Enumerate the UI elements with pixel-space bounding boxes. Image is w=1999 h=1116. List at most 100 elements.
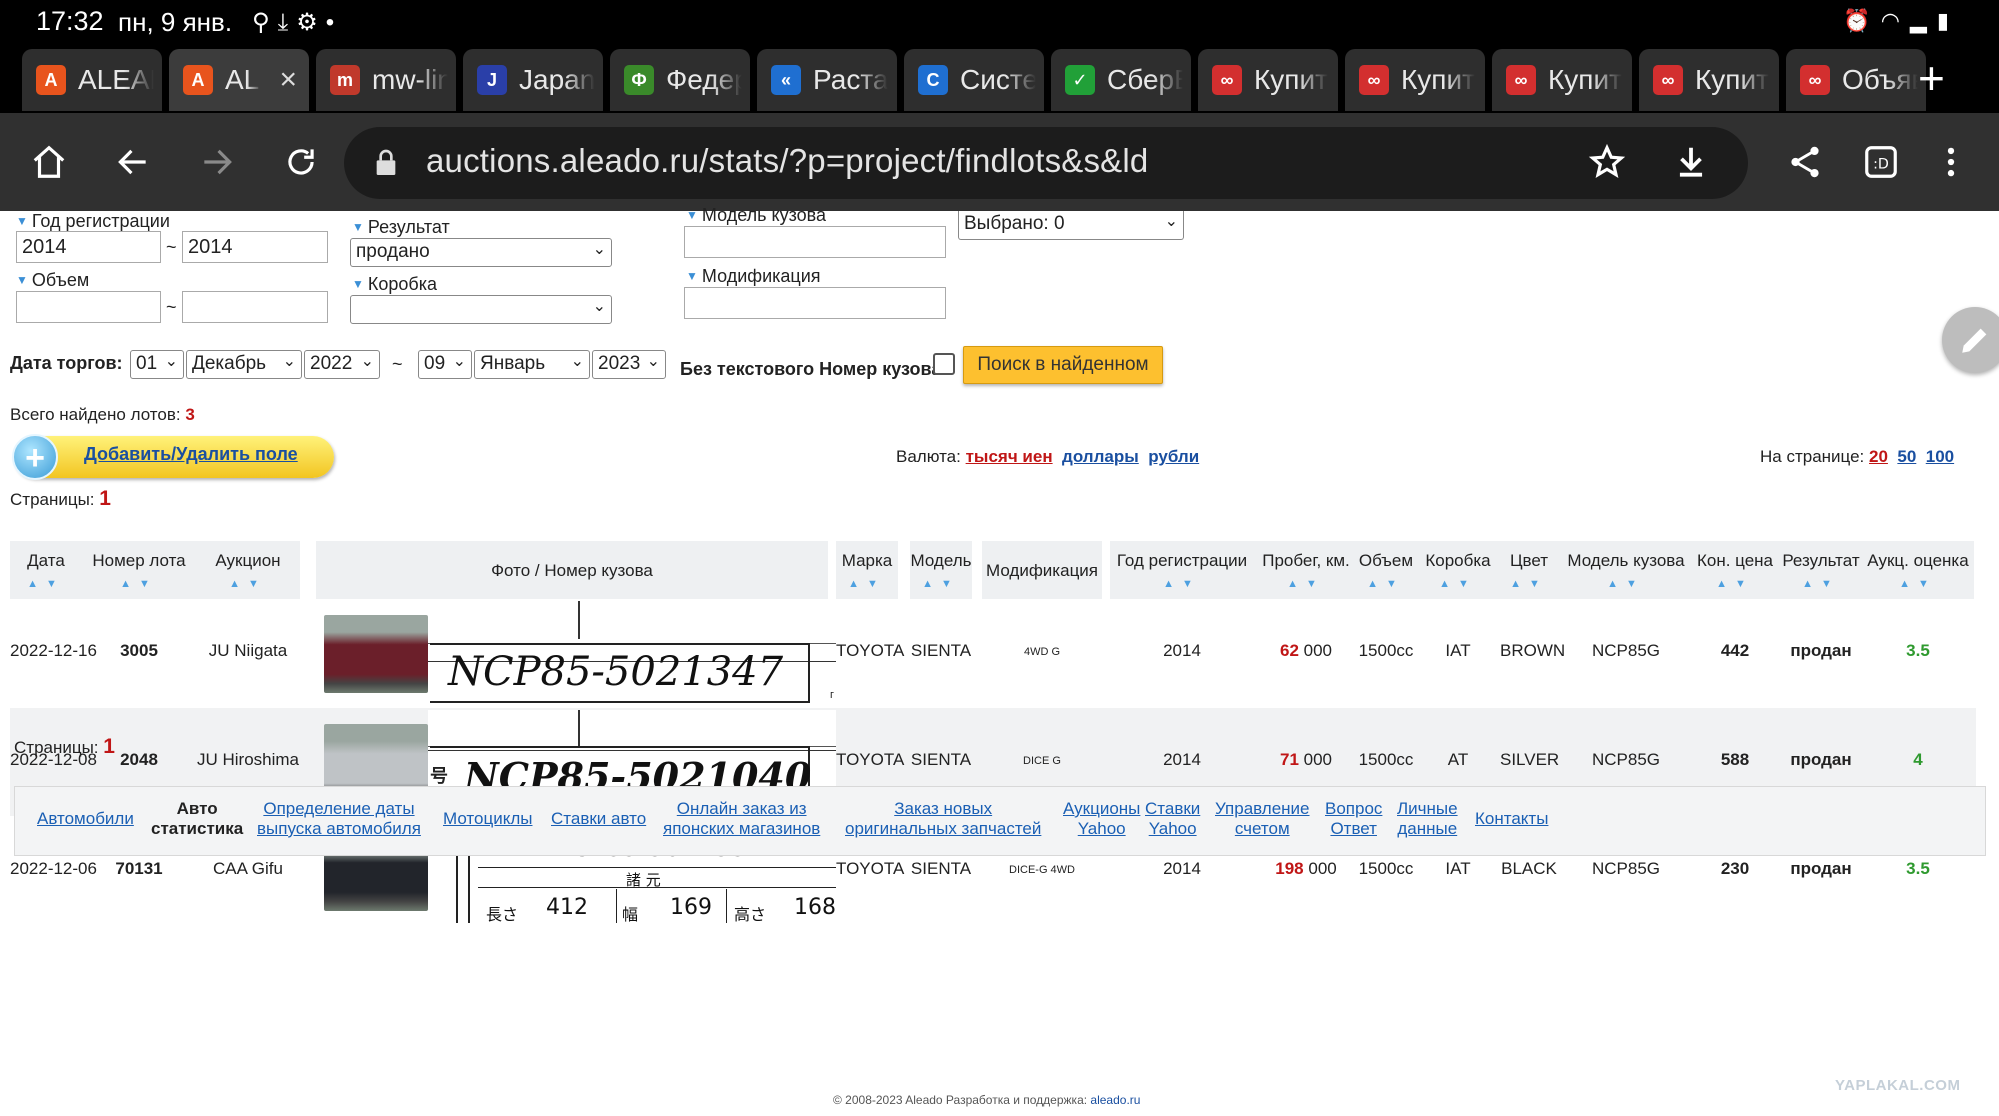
reload-icon[interactable] [274,135,328,189]
date-to-day-select[interactable]: 09 ⌄ [418,350,472,379]
column-header-lot[interactable]: Номер лота ▲▼ [82,541,196,599]
sort-arrows-icon[interactable]: ▲▼ [1416,578,1500,590]
browser-tab[interactable]: Ф Федер [610,49,750,111]
column-header-color[interactable]: Цвет ▲▼ [1500,541,1558,599]
result-select[interactable]: продано ⌄ [350,238,612,267]
browser-tab[interactable]: ∞ Купит [1198,49,1338,111]
footer-online-order-link[interactable]: Онлайн заказ из японских магазинов [663,799,820,839]
tab-switcher-icon[interactable]: :D [1854,135,1908,189]
footer-qa-link[interactable]: Вопрос Ответ [1325,799,1382,839]
browser-tab[interactable]: ∞ Купит [1492,49,1632,111]
close-tab-icon[interactable]: × [279,49,297,111]
modification-input[interactable] [684,287,946,319]
sort-arrows-icon[interactable]: ▲▼ [1500,578,1558,590]
date-to-year-select[interactable]: 2023 ⌄ [592,350,666,379]
sort-arrows-icon[interactable]: ▲▼ [82,578,196,590]
column-header-label: Фото / Номер кузова [491,561,653,580]
column-header-date[interactable]: Дата ▲▼ [10,541,82,599]
date-from-month-select[interactable]: Декабрь ⌄ [186,350,302,379]
column-header-reg-year[interactable]: Год регистрации ▲▼ [1110,541,1254,599]
new-tab-icon[interactable]: + [1918,51,1945,105]
car-photo[interactable] [324,615,428,693]
currency-yen-link[interactable]: тысяч иен [966,447,1053,466]
footer-cars-link[interactable]: Автомобили [37,809,134,829]
sort-arrows-icon[interactable]: ▲▼ [1110,578,1254,590]
footer-release-date-link[interactable]: Определение даты выпуска автомобиля [257,799,421,839]
footer-yahoo-bids-link[interactable]: Ставки Yahoo [1145,799,1200,839]
cell-lot-number[interactable]: 3005 [82,641,196,661]
page-link[interactable]: 1 [99,487,111,510]
selected-models-select[interactable]: Выбрано: 0 ⌄ [958,211,1184,240]
forward-icon[interactable] [190,135,244,189]
column-header-volume[interactable]: Объем ▲▼ [1350,541,1422,599]
browser-tab[interactable]: « Раста [757,49,897,111]
body-number-scan[interactable]: NCP85-5021347 г [428,601,836,705]
copyright-link[interactable]: aleado.ru [1090,1093,1140,1107]
sort-arrows-icon[interactable]: ▲▼ [1776,578,1866,590]
browser-tab[interactable]: A ALEADO [22,49,162,111]
sort-arrows-icon[interactable]: ▲▼ [1558,578,1694,590]
bookmark-star-icon[interactable] [1580,135,1634,189]
column-header-make[interactable]: Марка ▲▼ [836,541,898,599]
column-header-grade[interactable]: Аукц. оценка ▲▼ [1862,541,1974,599]
sort-arrows-icon[interactable]: ▲▼ [1254,578,1358,590]
volume-to-input[interactable] [182,291,328,323]
home-icon[interactable] [22,135,76,189]
gearbox-select[interactable]: ⌄ [350,295,612,324]
sort-arrows-icon[interactable]: ▲▼ [1350,578,1422,590]
column-header-body-model[interactable]: Модель кузова ▲▼ [1558,541,1694,599]
column-header-model[interactable]: Модель ▲▼ [910,541,972,599]
column-header-result[interactable]: Результат ▲▼ [1776,541,1866,599]
download-icon[interactable] [1664,135,1718,189]
sort-arrows-icon[interactable]: ▲▼ [10,578,82,590]
cell-lot-number[interactable]: 70131 [82,859,196,879]
more-menu-icon[interactable] [1924,135,1978,189]
footer-auto-bids-link[interactable]: Ставки авто [551,809,646,829]
footer-yahoo-auctions-link[interactable]: Аукционы Yahoo [1063,799,1140,839]
share-icon[interactable] [1778,135,1832,189]
browser-tab[interactable]: ∞ Объяв [1786,49,1926,111]
no-text-body-checkbox[interactable] [933,353,955,375]
browser-tab[interactable]: ∞ Купит [1639,49,1779,111]
reg-year-from-input[interactable] [16,231,161,263]
address-bar[interactable]: auctions.aleado.ru/stats/?p=project/find… [344,127,1748,199]
browser-tab[interactable]: J Japan [463,49,603,111]
date-from-year-select[interactable]: 2022 ⌄ [304,350,380,379]
date-from-day-select[interactable]: 01 ⌄ [130,350,184,379]
date-from-day-value: 01 [136,353,158,374]
browser-tab[interactable]: С Систе [904,49,1044,111]
date-to-month-select[interactable]: Январь ⌄ [474,350,590,379]
sort-arrows-icon[interactable]: ▲▼ [910,578,972,590]
browser-tab[interactable]: A ALEADO × [169,49,309,111]
footer-moto-link[interactable]: Мотоциклы [443,809,532,829]
sort-arrows-icon[interactable]: ▲▼ [836,578,898,590]
back-icon[interactable] [106,135,160,189]
column-header-gearbox[interactable]: Коробка ▲▼ [1416,541,1500,599]
footer-contacts-link[interactable]: Контакты [1475,809,1548,829]
column-header-final-price[interactable]: Кон. цена ▲▼ [1690,541,1780,599]
footer-personal-link[interactable]: Личные данные [1397,799,1458,839]
browser-tab[interactable]: ✓ СберБ [1051,49,1191,111]
sort-arrows-icon[interactable]: ▲▼ [1690,578,1780,590]
browser-tab[interactable]: ∞ Купит [1345,49,1485,111]
currency-rub-link[interactable]: рубли [1148,447,1199,466]
footer-new-parts-link[interactable]: Заказ новых оригинальных запчастей [845,799,1041,839]
page-link[interactable]: 1 [103,735,115,758]
body-model-input[interactable] [684,226,946,258]
volume-from-input[interactable] [16,291,161,323]
search-in-results-button[interactable]: Поиск в найденном [963,346,1163,384]
column-header-mileage[interactable]: Пробег, км. ▲▼ [1254,541,1358,599]
per-page-20-link[interactable]: 20 [1869,447,1888,466]
per-page-50-link[interactable]: 50 [1897,447,1916,466]
browser-tab[interactable]: m mw-line [316,49,456,111]
footer-account-link[interactable]: Управление счетом [1215,799,1310,839]
edit-pencil-icon[interactable] [1942,307,1999,373]
sort-arrows-icon[interactable]: ▲▼ [196,578,300,590]
sort-arrows-icon[interactable]: ▲▼ [1862,578,1974,590]
range-separator: ~ [166,297,177,317]
currency-usd-link[interactable]: доллары [1062,447,1139,466]
per-page-100-link[interactable]: 100 [1926,447,1954,466]
add-remove-field-button[interactable]: + Добавить/Удалить поле [12,434,334,480]
column-header-auction[interactable]: Аукцион ▲▼ [196,541,300,599]
reg-year-to-input[interactable] [182,231,328,263]
